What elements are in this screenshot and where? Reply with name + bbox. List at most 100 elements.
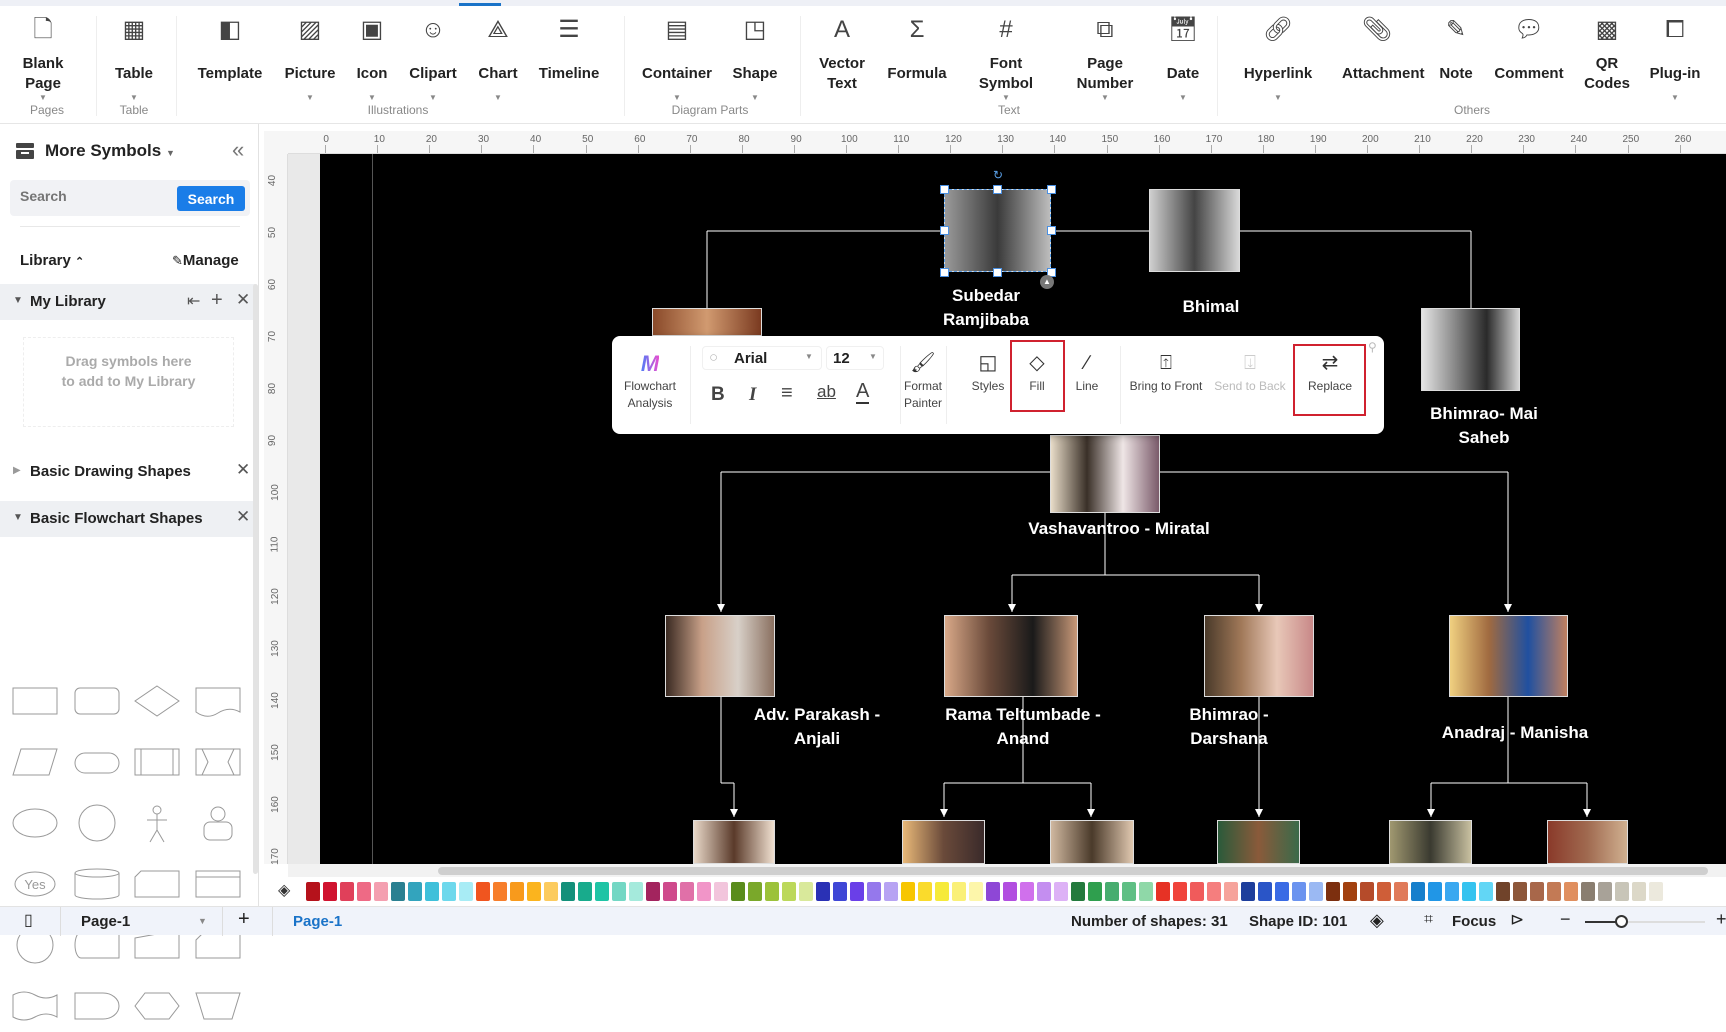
ribbon-container-button[interactable]: ▤ Container ▼ [642, 18, 712, 102]
shape-ellipse[interactable] [11, 804, 59, 844]
shape-terminator[interactable] [73, 743, 121, 783]
shape-delay[interactable] [73, 987, 121, 1027]
color-swatch[interactable] [323, 882, 337, 901]
shape-decision[interactable] [133, 682, 181, 722]
resize-handle[interactable] [940, 268, 949, 277]
resize-handle[interactable] [940, 185, 949, 194]
color-swatch[interactable] [1190, 882, 1204, 901]
color-swatch[interactable] [1292, 882, 1306, 901]
name-subedar[interactable]: Subedar Ramjibaba [931, 284, 1041, 332]
zoom-out-icon[interactable]: − [1560, 909, 1571, 930]
color-swatch[interactable] [646, 882, 660, 901]
add-page-icon[interactable]: + [238, 908, 250, 931]
bold-icon[interactable]: B [711, 384, 725, 406]
color-swatch[interactable] [629, 882, 643, 901]
color-swatch[interactable] [765, 882, 779, 901]
name-parakash[interactable]: Adv. Parakash - Anjali [737, 703, 897, 751]
shape-card[interactable] [133, 865, 181, 905]
color-swatch[interactable] [1054, 882, 1068, 901]
sidebar-scrollbar[interactable] [253, 284, 258, 874]
search-button[interactable]: Search [177, 186, 245, 211]
color-swatch[interactable] [799, 882, 813, 901]
shape-process[interactable] [11, 682, 59, 722]
color-swatch[interactable] [1071, 882, 1085, 901]
color-swatch[interactable] [1037, 882, 1051, 901]
ribbon-formula-button[interactable]: Σ Formula [887, 18, 946, 94]
name-darshana[interactable]: Bhimrao - Darshana [1174, 703, 1284, 751]
ribbon-page-number-button[interactable]: ⧉ Page Number ▼ [1070, 18, 1140, 102]
color-swatch[interactable] [935, 882, 949, 901]
color-swatch[interactable] [1496, 882, 1510, 901]
section-basic-drawing-shapes[interactable]: ▶ Basic Drawing Shapes ✕ [0, 454, 255, 490]
color-swatch[interactable] [408, 882, 422, 901]
styles-button[interactable]: ◱ Styles [972, 348, 1005, 395]
line-button[interactable]: ∕ Line [1076, 348, 1099, 395]
close-icon[interactable]: ✕ [236, 290, 250, 310]
ribbon-blank-page-button[interactable]: 🗋 Blank Page ▼ [8, 18, 78, 102]
ribbon-qr-codes-button[interactable]: ▩ QR Codes [1572, 18, 1642, 94]
photo-bhimrao-darshana[interactable] [1204, 615, 1314, 697]
import-icon[interactable]: ⇤ [187, 291, 200, 311]
color-swatch[interactable] [1360, 882, 1374, 901]
photo-child-2[interactable] [902, 820, 985, 864]
color-swatch[interactable] [510, 882, 524, 901]
photo-child-6[interactable] [1547, 820, 1628, 864]
color-swatch[interactable] [1258, 882, 1272, 901]
close-icon[interactable]: ✕ [236, 460, 250, 480]
color-swatch[interactable] [697, 882, 711, 901]
color-swatch[interactable] [1411, 882, 1425, 901]
play-icon[interactable]: ⊳ [1510, 910, 1524, 930]
color-swatch[interactable] [1615, 882, 1629, 901]
collapse-panel-icon[interactable]: « [232, 137, 244, 163]
fill-color-picker-icon[interactable]: ◈ [278, 880, 290, 900]
color-swatch[interactable] [544, 882, 558, 901]
shape-actor[interactable] [133, 804, 181, 844]
shape-yes-decision[interactable]: Yes [11, 865, 59, 905]
color-swatch[interactable] [493, 882, 507, 901]
color-swatch[interactable] [374, 882, 388, 901]
photo-child-1[interactable] [693, 820, 775, 864]
more-symbols-dropdown[interactable]: More Symbols ▼ [45, 141, 175, 161]
shape-document[interactable] [194, 682, 242, 722]
color-swatch[interactable] [1207, 882, 1221, 901]
italic-icon[interactable]: I [749, 384, 756, 406]
scrollbar-thumb[interactable] [438, 867, 1708, 875]
my-library-header[interactable]: ▼ My Library ⇤ + ✕ [0, 284, 255, 320]
photo-couple-left[interactable] [652, 308, 762, 336]
color-swatch[interactable] [476, 882, 490, 901]
ribbon-font-symbol-button[interactable]: # Font Symbol ▼ [971, 18, 1041, 102]
color-swatch[interactable] [1564, 882, 1578, 901]
photo-rama-anand[interactable] [944, 615, 1078, 697]
color-swatch[interactable] [1513, 882, 1527, 901]
add-icon[interactable]: + [211, 289, 223, 312]
resize-handle[interactable] [993, 185, 1002, 194]
shape-manual-operation[interactable] [194, 987, 242, 1027]
library-toggle[interactable]: Library ⌃ [20, 252, 84, 269]
color-swatch[interactable] [680, 882, 694, 901]
shape-predefined-process[interactable] [133, 743, 181, 783]
page-select[interactable]: Page-1 [81, 913, 130, 930]
shape-user[interactable] [194, 804, 242, 844]
color-swatch[interactable] [867, 882, 881, 901]
zoom-slider[interactable] [1585, 915, 1705, 928]
color-swatch[interactable] [1275, 882, 1289, 901]
ribbon-vector-text-button[interactable]: A Vector Text [807, 18, 877, 94]
shape-circle[interactable] [73, 804, 121, 844]
photo-child-5[interactable] [1389, 820, 1472, 864]
ribbon-note-button[interactable]: ✎ Note [1439, 18, 1472, 94]
color-swatch[interactable] [1462, 882, 1476, 901]
color-swatch[interactable] [1377, 882, 1391, 901]
color-swatch[interactable] [1547, 882, 1561, 901]
color-swatch[interactable] [527, 882, 541, 901]
color-swatch[interactable] [1122, 882, 1136, 901]
color-swatch[interactable] [1394, 882, 1408, 901]
photo-child-4[interactable] [1217, 820, 1300, 864]
color-swatch[interactable] [1479, 882, 1493, 901]
color-swatch[interactable] [1343, 882, 1357, 901]
color-swatch[interactable] [1326, 882, 1340, 901]
flowchart-analysis-button[interactable]: M Flowchart Analysis [615, 348, 685, 412]
color-swatch[interactable] [1173, 882, 1187, 901]
color-swatch[interactable] [748, 882, 762, 901]
color-swatch[interactable] [1598, 882, 1612, 901]
ribbon-date-button[interactable]: 📅︎ Date ▼ [1167, 18, 1200, 102]
